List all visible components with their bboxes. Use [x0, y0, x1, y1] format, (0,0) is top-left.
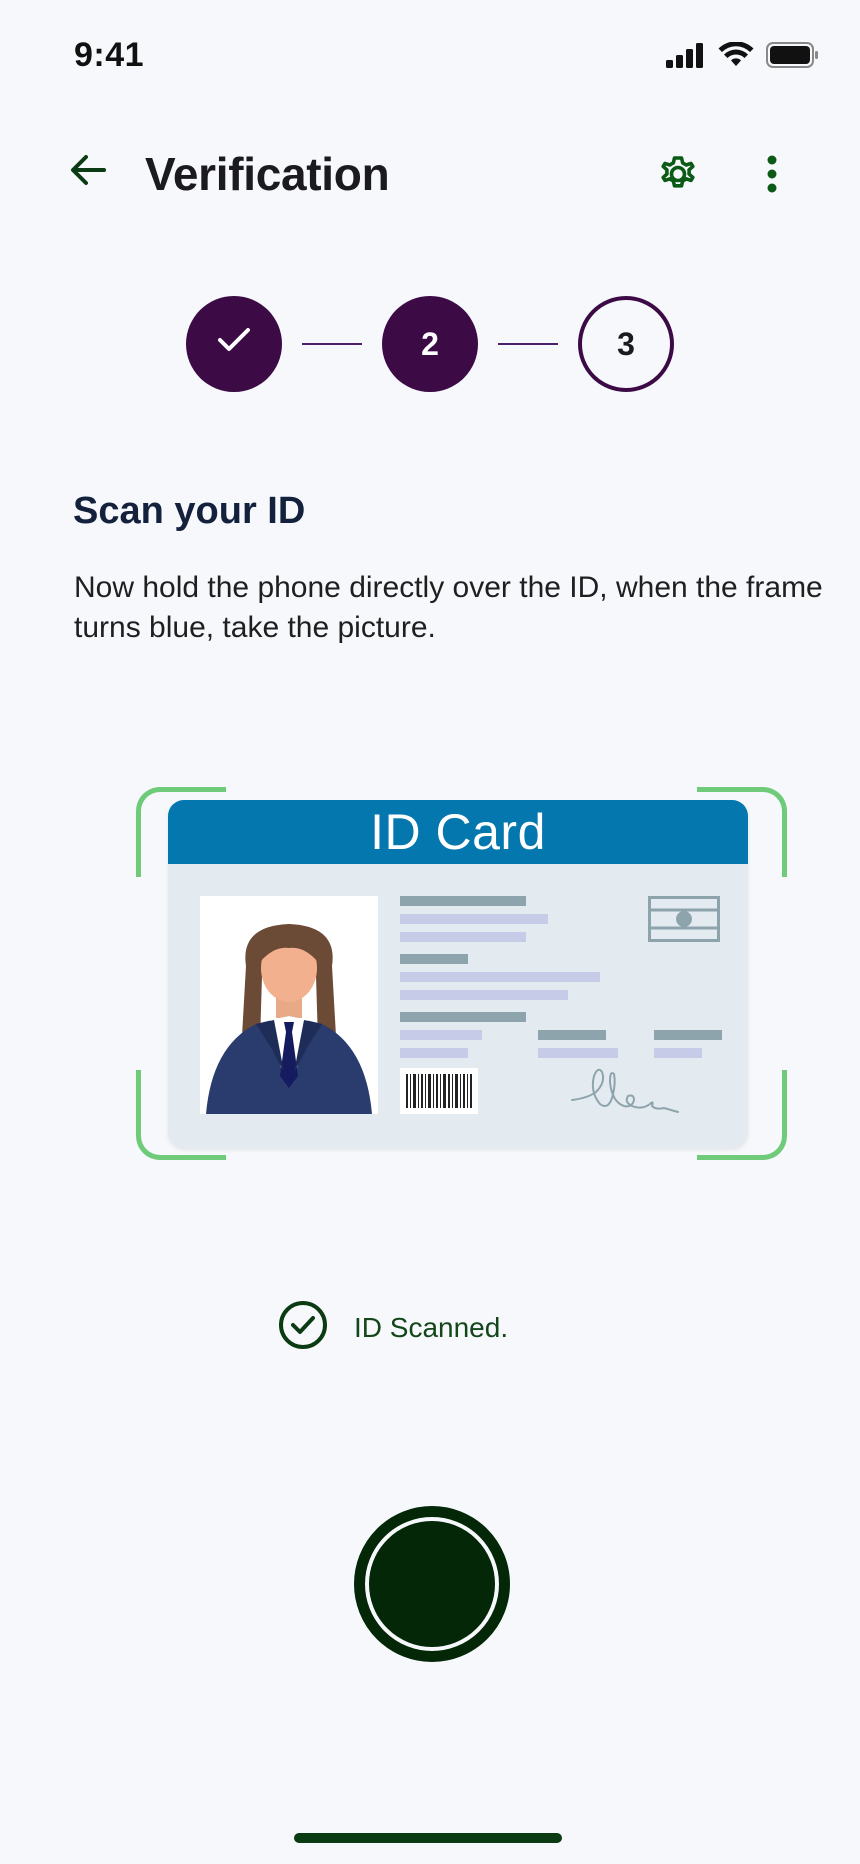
stepper: 2 3: [186, 296, 674, 392]
capture-button-ring: [365, 1517, 499, 1651]
card-chip: [648, 896, 720, 942]
barcode-icon: [400, 1068, 478, 1114]
step-3-label: 3: [617, 325, 635, 362]
section-title: Scan your ID: [73, 490, 306, 532]
scan-status: ID Scanned.: [278, 1300, 508, 1355]
status-time: 9:41: [74, 36, 145, 74]
id-photo: [200, 896, 378, 1114]
card-text-line: [400, 990, 568, 1000]
back-button[interactable]: [62, 146, 114, 198]
instructions-text: Now hold the phone directly over the ID,…: [74, 571, 823, 644]
id-card-illustration: ID Card: [168, 800, 748, 1148]
card-text-line: [400, 1012, 526, 1022]
card-text-line: [654, 1048, 702, 1058]
step-1-complete: [186, 296, 282, 392]
home-indicator[interactable]: [294, 1833, 562, 1843]
card-text-line: [400, 954, 468, 964]
check-circle-icon: [278, 1300, 328, 1355]
battery-icon: [766, 42, 820, 73]
check-icon: [216, 325, 252, 363]
card-text-line: [400, 896, 526, 906]
card-text-line: [400, 1048, 468, 1058]
more-options-button[interactable]: [752, 150, 792, 202]
card-text-line: [538, 1048, 618, 1058]
signature-icon: [568, 1062, 688, 1118]
arrow-left-icon: [68, 152, 108, 193]
id-card-header: ID Card: [168, 800, 748, 864]
card-text-line: [538, 1030, 606, 1040]
scan-status-text: ID Scanned.: [354, 1311, 509, 1343]
status-icons: [666, 41, 820, 73]
capture-button[interactable]: [354, 1506, 510, 1662]
card-text-line: [400, 914, 548, 924]
signal-icon: [666, 42, 706, 73]
wifi-icon: [718, 41, 754, 73]
gear-icon: [656, 152, 700, 201]
card-text-line: [400, 932, 526, 942]
settings-button[interactable]: [652, 150, 704, 202]
step-3-upcoming: 3: [578, 296, 674, 392]
card-text-line: [400, 972, 600, 982]
card-text-line: [654, 1030, 722, 1040]
card-text-line: [400, 1030, 482, 1040]
step-2-current: 2: [382, 296, 478, 392]
step-2-label: 2: [421, 325, 439, 362]
step-connector: [498, 343, 558, 345]
step-connector: [302, 343, 362, 345]
more-vertical-icon: [766, 154, 778, 199]
page-title: Verification: [145, 148, 390, 200]
